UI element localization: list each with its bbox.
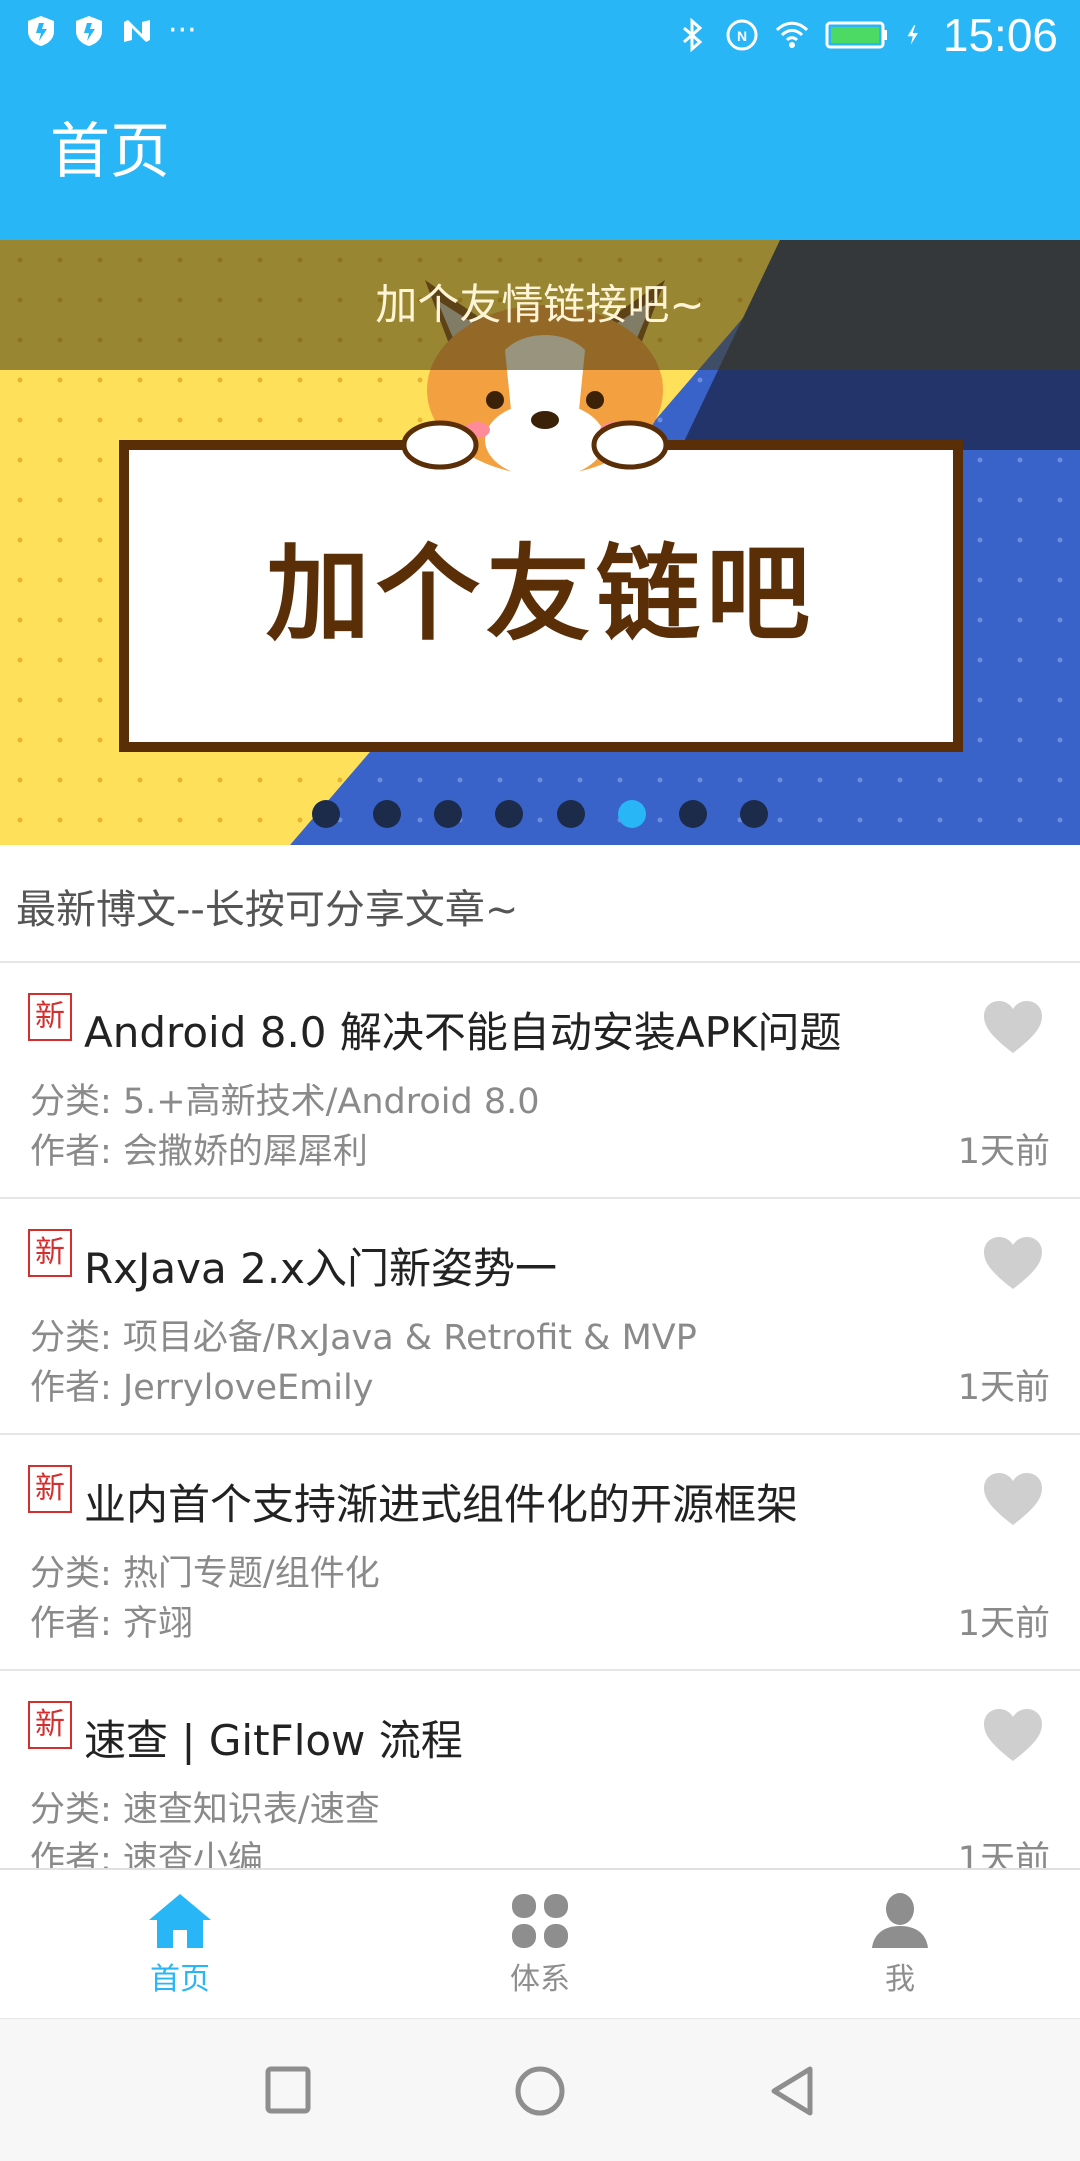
status-time: 15:06 xyxy=(942,9,1058,61)
article-item[interactable]: 新 Android 8.0 解决不能自动安装APK问题 分类: 5.+高新技术/… xyxy=(0,963,1080,1199)
shield-icon xyxy=(28,16,54,46)
carousel-dot[interactable] xyxy=(312,800,341,828)
new-badge: 新 xyxy=(28,1465,72,1513)
nav-label-home: 首页 xyxy=(150,1962,210,1997)
new-badge: 新 xyxy=(28,1701,72,1749)
status-left-icons: ··· xyxy=(24,14,197,48)
article-category: 分类: 5.+高新技术/Android 8.0 xyxy=(30,1082,540,1122)
carousel-dot-active[interactable] xyxy=(617,800,646,828)
nav-label-me: 我 xyxy=(885,1962,915,1997)
article-time: 1天前 xyxy=(957,1840,1050,1868)
article-title[interactable]: 业内首个支持渐进式组件化的开源框架 xyxy=(84,1471,798,1532)
nfc-n-icon xyxy=(124,20,150,42)
article-category: 分类: 项目必备/RxJava & Retrofit & MVP xyxy=(30,1318,697,1358)
heart-icon[interactable] xyxy=(982,1707,1044,1763)
battery-icon xyxy=(825,21,887,49)
carousel-dot[interactable] xyxy=(495,800,524,828)
bottom-navigation: 首页 体系 我 xyxy=(0,1868,1080,2020)
new-badge: 新 xyxy=(28,1229,72,1277)
nfc-icon: N xyxy=(726,19,758,51)
carousel-dot[interactable] xyxy=(434,800,463,828)
charging-bolt-icon xyxy=(907,25,918,45)
new-badge: 新 xyxy=(28,993,72,1041)
article-title[interactable]: 速查 | GitFlow 流程 xyxy=(84,1707,463,1768)
bluetooth-icon xyxy=(682,18,703,52)
carousel-indicator xyxy=(0,800,1080,836)
nav-label-system: 体系 xyxy=(510,1962,570,1997)
article-item[interactable]: 新 速查 | GitFlow 流程 分类: 速查知识表/速查 作者: 速查小编 … xyxy=(0,1671,1080,1868)
article-list[interactable]: 新 Android 8.0 解决不能自动安装APK问题 分类: 5.+高新技术/… xyxy=(0,963,1080,1868)
article-category: 分类: 热门专题/组件化 xyxy=(30,1554,380,1594)
page-title: 首页 xyxy=(50,117,170,187)
article-time: 1天前 xyxy=(957,1604,1050,1644)
carousel-dot[interactable] xyxy=(739,800,768,828)
carousel-dot[interactable] xyxy=(373,800,402,828)
article-time: 1天前 xyxy=(957,1368,1050,1408)
person-icon xyxy=(872,1893,928,1948)
shield-icon xyxy=(76,16,102,46)
banner-caption: 加个友情链接吧~ xyxy=(375,280,705,329)
article-author: 作者: 会撒娇的犀犀利 xyxy=(30,1132,368,1172)
article-author: 作者: 速查小编 xyxy=(30,1840,263,1868)
article-time: 1天前 xyxy=(957,1132,1050,1172)
app-toolbar: 首页 xyxy=(0,72,1080,240)
section-header: 最新博文--长按可分享文章~ xyxy=(0,845,1080,963)
nav-item-system[interactable]: 体系 xyxy=(440,1870,640,2020)
carousel-dot[interactable] xyxy=(556,800,585,828)
article-title[interactable]: Android 8.0 解决不能自动安装APK问题 xyxy=(84,999,841,1060)
recents-square-icon[interactable] xyxy=(258,2061,318,2121)
more-dots-icon: ··· xyxy=(168,13,197,48)
article-item[interactable]: 新 业内首个支持渐进式组件化的开源框架 分类: 热门专题/组件化 作者: 齐翊 … xyxy=(0,1435,1080,1671)
status-bar: ··· N 15:06 xyxy=(0,0,1080,72)
banner-image-text: 加个友链吧 xyxy=(266,533,816,655)
grid-icon xyxy=(512,1894,568,1948)
article-author: 作者: 齐翊 xyxy=(30,1604,193,1644)
back-triangle-icon[interactable] xyxy=(762,2061,822,2121)
carousel-dot[interactable] xyxy=(678,800,707,828)
article-title[interactable]: RxJava 2.x入门新姿势一 xyxy=(84,1235,557,1296)
article-author: 作者: JerryloveEmily xyxy=(30,1368,374,1408)
system-navigation-bar xyxy=(0,2018,1080,2161)
home-icon xyxy=(149,1894,211,1948)
nav-item-me[interactable]: 我 xyxy=(800,1870,1000,2020)
wifi-icon xyxy=(775,21,808,48)
svg-text:N: N xyxy=(737,28,747,44)
section-header-text: 最新博文--长按可分享文章~ xyxy=(16,887,519,933)
heart-icon[interactable] xyxy=(982,999,1044,1055)
nav-item-home[interactable]: 首页 xyxy=(80,1870,280,2020)
article-item[interactable]: 新 RxJava 2.x入门新姿势一 分类: 项目必备/RxJava & Ret… xyxy=(0,1199,1080,1435)
heart-icon[interactable] xyxy=(982,1471,1044,1527)
banner-carousel[interactable]: 加个友链吧 加个友情链接吧~ xyxy=(0,240,1080,845)
status-right-icons: N 15:06 xyxy=(675,10,1058,60)
home-circle-icon[interactable] xyxy=(510,2061,570,2121)
heart-icon[interactable] xyxy=(982,1235,1044,1291)
article-category: 分类: 速查知识表/速查 xyxy=(30,1790,380,1830)
